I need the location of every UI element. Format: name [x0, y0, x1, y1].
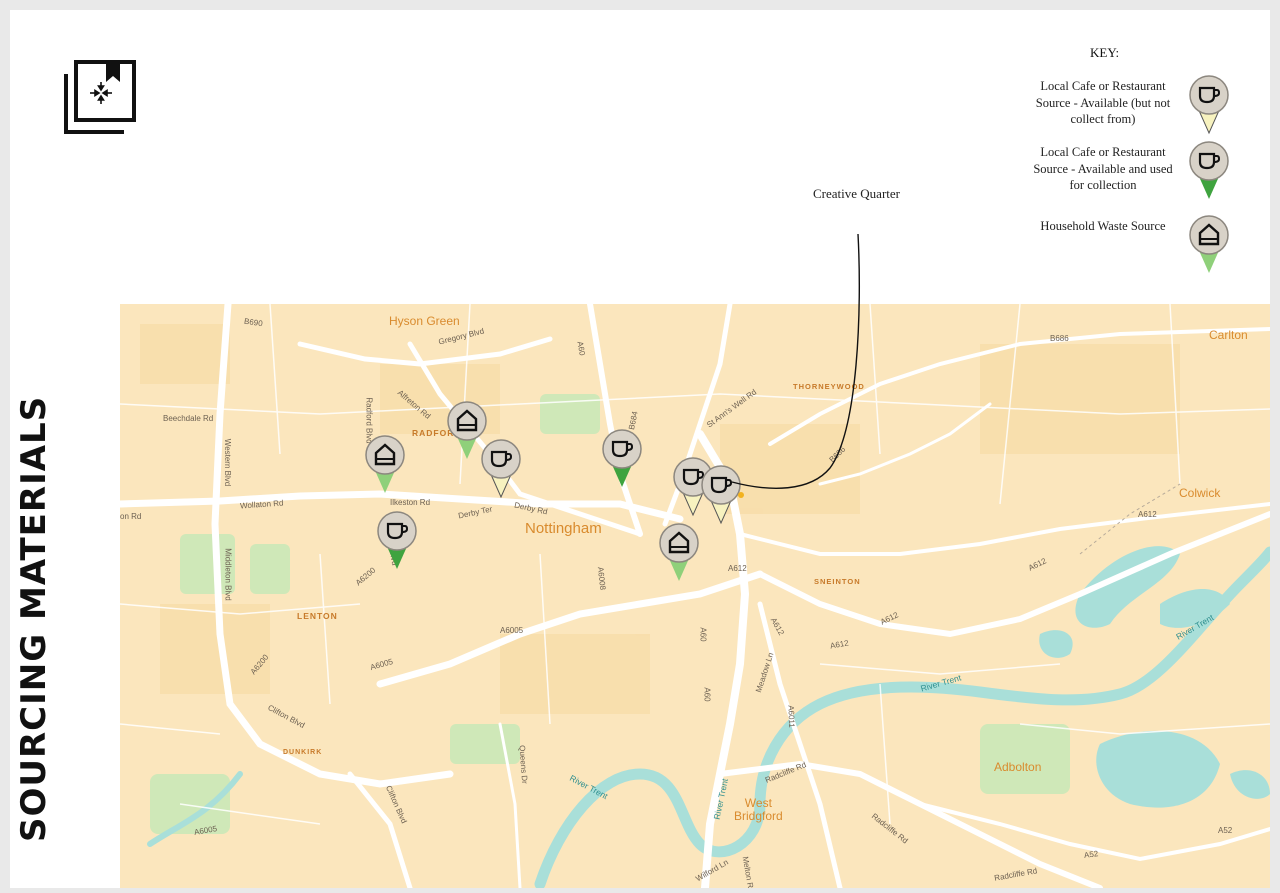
compress-arrows-bookmark-icon: [64, 60, 136, 134]
key-label-household: Household Waste Source: [1040, 219, 1166, 233]
hyson-green-label: Hyson Green: [389, 314, 460, 328]
road-label-a612-right: A612: [1138, 510, 1157, 519]
key-marker-cafe-collected: [1189, 141, 1229, 199]
road-label-on-rd: on Rd: [120, 512, 142, 521]
road-label-western-blvd: Western Blvd: [223, 438, 233, 487]
map-marker-cafe-collected-1[interactable]: [597, 428, 647, 490]
page: SOURCING MATERIALS KEY: Local Cafe or Re…: [10, 10, 1270, 888]
map-marker-cafe-available-3[interactable]: [696, 464, 746, 526]
road-label-beechdale-rd: Beechdale Rd: [163, 414, 214, 423]
road-label-a612-left: A612: [728, 564, 747, 573]
road-label-ilkeston-rd: Ilkeston Rd: [390, 498, 431, 507]
dunkirk-label: DUNKIRK: [283, 749, 323, 756]
map-marker-household-1[interactable]: [360, 434, 410, 496]
map-base: [120, 304, 1270, 888]
nottingham-label: Nottingham: [525, 520, 602, 537]
creative-quarter-label: Creative Quarter: [813, 186, 900, 201]
key-title: KEY:: [1090, 45, 1120, 60]
west-bridgford-label: West Bridgford: [734, 796, 783, 823]
page-title: SOURCING MATERIALS: [14, 395, 54, 842]
sneinton-label: SNEINTON: [814, 577, 861, 586]
colwick-label: Colwick: [1179, 486, 1221, 500]
road-label-a52-right: A52: [1218, 826, 1233, 835]
road-label-a60-mid: A60: [698, 627, 708, 642]
map-marker-household-3[interactable]: [654, 522, 704, 584]
road-label-middleton-blvd: Middleton Blvd: [223, 548, 233, 601]
map[interactable]: Hyson Green RADFORD THORNEYWOOD Carlton …: [120, 304, 1270, 888]
adbolton-label: Adbolton: [994, 760, 1042, 774]
key-marker-cafe-available: [1189, 75, 1229, 135]
key-label-cafe-collected: Local Cafe or Restaurant Source - Availa…: [1033, 145, 1173, 192]
map-marker-cafe-available-1[interactable]: [476, 438, 526, 500]
road-label-a6005-mid: A6005: [500, 626, 524, 635]
road-label-a60-low: A60: [702, 687, 712, 702]
road-label-a6011: A6011: [786, 705, 797, 728]
road-label-b686-top: B686: [1050, 334, 1069, 343]
thorneywood-label: THORNEYWOOD: [793, 382, 865, 391]
key-label-cafe-available: Local Cafe or Restaurant Source - Availa…: [1035, 79, 1171, 126]
key-marker-household: [1189, 215, 1229, 273]
map-marker-cafe-collected-2[interactable]: [372, 510, 422, 572]
lenton-label: LENTON: [297, 611, 338, 621]
carlton-label: Carlton: [1209, 328, 1248, 342]
